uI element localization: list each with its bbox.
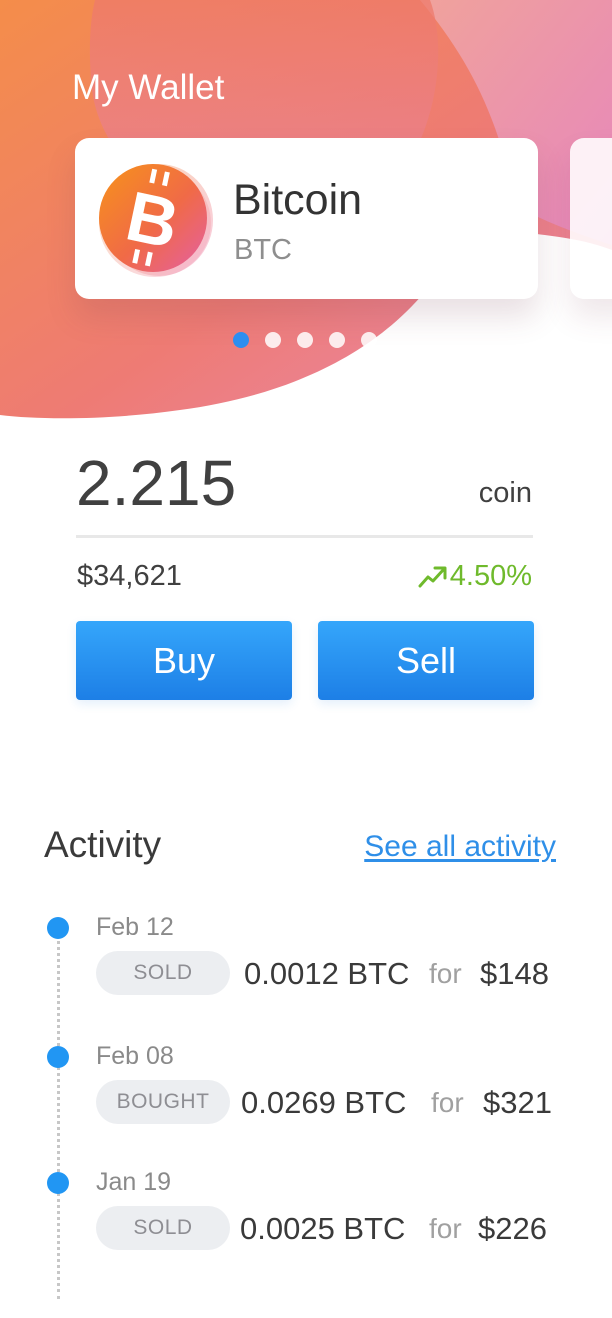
carousel-dot[interactable] xyxy=(361,332,377,348)
fiat-value: $34,621 xyxy=(77,560,182,592)
activity-type-badge: BOUGHT xyxy=(96,1080,230,1124)
coin-balance: 2.215 xyxy=(76,447,237,519)
trend-up-icon xyxy=(418,566,447,587)
carousel-dot[interactable] xyxy=(265,332,281,348)
carousel-indicator xyxy=(233,332,377,348)
activity-item[interactable]: Feb 08 BOUGHT 0.0269 BTC for $321 xyxy=(0,1042,612,1156)
price-change: 4.50% xyxy=(418,560,532,593)
activity-type-badge: SOLD xyxy=(96,951,230,995)
see-all-activity-link[interactable]: See all activity xyxy=(364,830,556,864)
balance-unit: coin xyxy=(478,477,532,509)
activity-date: Feb 12 xyxy=(96,913,174,941)
coin-card-bitcoin[interactable]: B Bitcoin BTC xyxy=(75,138,538,299)
activity-price: $321 xyxy=(483,1085,552,1120)
timeline-dot xyxy=(47,917,69,939)
activity-amount: 0.0025 BTC xyxy=(240,1211,406,1246)
activity-type-badge: SOLD xyxy=(96,1206,230,1250)
carousel-dot-active[interactable] xyxy=(233,332,249,348)
coin-name: Bitcoin xyxy=(233,176,363,224)
sell-button[interactable]: Sell xyxy=(318,621,534,700)
activity-for-label: for xyxy=(431,1087,464,1118)
next-coin-card[interactable] xyxy=(570,138,612,299)
buy-button[interactable]: Buy xyxy=(76,621,292,700)
activity-date: Jan 19 xyxy=(96,1168,172,1196)
coin-symbol: BTC xyxy=(234,234,292,266)
wallet-screen: My Wallet B Bitcoin BTC 2.215 coin $34,6… xyxy=(0,0,612,1318)
activity-price: $148 xyxy=(480,956,549,991)
price-change-value: 4.50% xyxy=(449,560,532,592)
timeline-dot xyxy=(47,1172,69,1194)
timeline-dot xyxy=(47,1046,69,1068)
activity-item[interactable]: Jan 19 SOLD 0.0025 BTC for $226 xyxy=(0,1168,612,1282)
activity-price: $226 xyxy=(478,1211,547,1246)
page-title: My Wallet xyxy=(72,68,225,107)
activity-amount: 0.0012 BTC xyxy=(244,956,410,991)
activity-for-label: for xyxy=(429,958,462,989)
activity-item[interactable]: Feb 12 SOLD 0.0012 BTC for $148 xyxy=(0,913,612,1027)
activity-for-label: for xyxy=(429,1213,462,1244)
carousel-dot[interactable] xyxy=(329,332,345,348)
activity-heading: Activity xyxy=(44,824,162,865)
balance-divider xyxy=(76,535,533,538)
activity-amount: 0.0269 BTC xyxy=(241,1085,407,1120)
carousel-dot[interactable] xyxy=(297,332,313,348)
bitcoin-icon: B xyxy=(99,164,213,277)
activity-date: Feb 08 xyxy=(96,1042,174,1070)
